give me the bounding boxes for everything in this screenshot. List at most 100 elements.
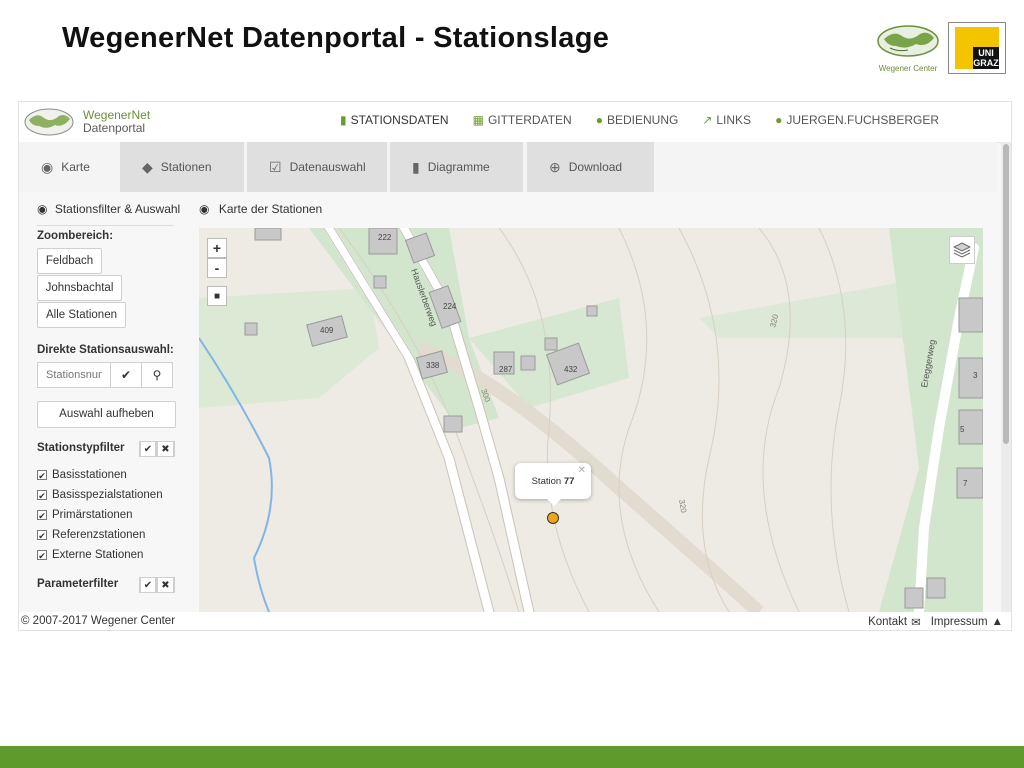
zoom-alle-stationen-button[interactable]: Alle Stationen: [37, 302, 126, 328]
app-window: WegenerNet Datenportal ▮ STATIONSDATEN ▦…: [18, 101, 1012, 631]
nav-gitterdaten[interactable]: ▦ GITTERDATEN: [473, 113, 572, 127]
nav-label: STATIONSDATEN: [350, 113, 449, 127]
bar-chart-icon: ▮: [339, 113, 347, 127]
globe-icon: ◉: [37, 202, 48, 216]
tab-karte[interactable]: ◉ Karte: [19, 142, 119, 192]
zoom-feldbach-button[interactable]: Feldbach: [37, 248, 102, 274]
building-label: 7: [963, 479, 968, 488]
filter-basisstationen[interactable]: ✔ Basisstationen: [37, 469, 127, 481]
user-icon: ●: [775, 113, 783, 127]
checkbox-checked[interactable]: ✔: [37, 550, 47, 561]
uni-graz-logo-text: UNI GRAZ: [973, 47, 999, 69]
popup-close-icon[interactable]: ✕: [578, 465, 586, 476]
filter-label: Basisspezialstationen: [52, 489, 163, 501]
popup-prefix: Station: [531, 475, 562, 487]
close-icon: ✖: [157, 441, 174, 457]
building-label: 409: [320, 326, 334, 335]
deselect-all-button[interactable]: ✖: [157, 441, 175, 457]
top-nav: ▮ STATIONSDATEN ▦ GITTERDATEN ● BEDIENUN…: [316, 113, 939, 127]
vertical-scrollbar[interactable]: [1001, 142, 1011, 612]
slide-title: WegenerNet Datenportal - Stationslage: [62, 22, 610, 54]
tab-label: Stationen: [160, 160, 212, 174]
nav-user[interactable]: ● JUERGEN.FUCHSBERGER: [775, 113, 939, 127]
divider: [37, 225, 174, 226]
nav-links[interactable]: ↗ LINKS: [702, 113, 751, 127]
zoom-in-button[interactable]: +: [207, 238, 227, 258]
layers-icon: [953, 242, 971, 258]
station-marker[interactable]: [547, 512, 559, 524]
filter-referenzstationen[interactable]: ✔ Referenzstationen: [37, 529, 145, 541]
search-icon: ⚲: [152, 368, 162, 382]
info-icon: ●: [595, 113, 603, 127]
tab-stationen[interactable]: ◆ Stationen: [120, 142, 244, 192]
tags-icon: ◆: [142, 158, 153, 175]
nav-bedienung[interactable]: ● BEDIENUNG: [596, 113, 679, 127]
tab-label: Datenauswahl: [289, 160, 366, 174]
map-title: ◉ Karte der Stationen: [199, 202, 322, 216]
select-all-button[interactable]: ✔: [139, 577, 157, 593]
tab-diagramme[interactable]: ▮ Diagramme: [390, 142, 523, 192]
filter-label: Externe Stationen: [52, 549, 144, 561]
confirm-station-button[interactable]: ✔: [111, 362, 142, 388]
bar-chart-icon: ▮: [412, 158, 420, 175]
parameter-filter-actions: ✔ ✖: [139, 577, 175, 593]
zoom-johnsbachtal-button[interactable]: Johnsbachtal: [37, 275, 122, 301]
uni-graz-logo: UNI GRAZ: [948, 22, 1006, 74]
tab-label: Download: [568, 160, 623, 174]
imprint-link[interactable]: Impressum: [931, 616, 988, 628]
filter-basisspezialstationen[interactable]: ✔ Basisspezialstationen: [37, 489, 163, 501]
logo-caption: Wegener Center: [878, 64, 938, 73]
globe-icon: ◉: [41, 158, 54, 175]
checkbox-checked[interactable]: ✔: [37, 530, 47, 541]
sidebar: ◉ Stationsfilter & Auswahl Zoombereich: …: [19, 192, 199, 612]
building-label: 222: [378, 233, 392, 242]
fullscreen-button[interactable]: ■: [207, 286, 227, 306]
building-label: 5: [960, 425, 965, 434]
station-number-input[interactable]: [37, 362, 111, 388]
sidebar-title-text: Stationsfilter & Auswahl: [54, 202, 181, 216]
download-icon: ⊕: [549, 158, 561, 175]
filter-externe-stationen[interactable]: ✔ Externe Stationen: [37, 549, 143, 561]
building-label: 432: [564, 365, 578, 374]
scrollbar-thumb[interactable]: [1003, 144, 1009, 444]
globe-icon: ◉: [199, 202, 210, 216]
stamp-icon: ▲: [991, 616, 1003, 628]
checkbox-checked[interactable]: ✔: [37, 510, 47, 521]
brand-line2: Datenportal: [83, 121, 146, 135]
sidebar-title: ◉ Stationsfilter & Auswahl: [37, 202, 180, 216]
app-header: WegenerNet Datenportal ▮ STATIONSDATEN ▦…: [19, 102, 1011, 143]
select-all-button[interactable]: ✔: [139, 441, 157, 457]
building-label: 3: [973, 371, 978, 380]
tab-label: Karte: [61, 160, 90, 174]
nav-label: LINKS: [716, 113, 752, 127]
map-title-text: Karte der Stationen: [218, 202, 323, 216]
tab-download[interactable]: ⊕ Download: [527, 142, 654, 192]
contact-link[interactable]: Kontakt: [868, 616, 907, 628]
checkbox-checked[interactable]: ✔: [37, 470, 47, 481]
copyright: © 2007-2017 Wegener Center: [21, 615, 176, 627]
search-station-button[interactable]: ⚲: [142, 362, 173, 388]
layers-button[interactable]: [949, 236, 975, 264]
envelope-icon: ✉: [911, 617, 921, 629]
filter-primaerstationen[interactable]: ✔ Primärstationen: [37, 509, 133, 521]
tab-datenauswahl[interactable]: ☑ Datenauswahl: [247, 142, 387, 192]
brand[interactable]: WegenerNet Datenportal: [23, 107, 150, 137]
type-filter-label: Stationstypfilter: [37, 442, 125, 454]
external-link-icon: ↗: [702, 113, 713, 127]
check-icon: ✔: [120, 368, 132, 382]
station-popup: Station 77 ✕: [515, 463, 591, 506]
zoom-out-button[interactable]: -: [207, 258, 227, 278]
zoom-label: Zoombereich:: [37, 230, 114, 242]
nav-stationsdaten[interactable]: ▮ STATIONSDATEN: [340, 113, 449, 127]
building-label: 224: [443, 302, 457, 311]
nav-label: GITTERDATEN: [487, 113, 572, 127]
popup-station-number: 77: [563, 475, 575, 487]
slide-bottom-bar: [0, 746, 1024, 768]
station-map[interactable]: 222 224 409 338 287 432 3 5 7 Hauslerber…: [199, 228, 983, 612]
clear-selection-button[interactable]: Auswahl aufheben: [37, 401, 176, 428]
checkbox-icon: ☑: [269, 158, 282, 175]
deselect-all-button[interactable]: ✖: [157, 577, 175, 593]
filter-label: Primärstationen: [52, 509, 133, 521]
brand-globe-icon: [24, 108, 74, 136]
checkbox-checked[interactable]: ✔: [37, 490, 47, 501]
